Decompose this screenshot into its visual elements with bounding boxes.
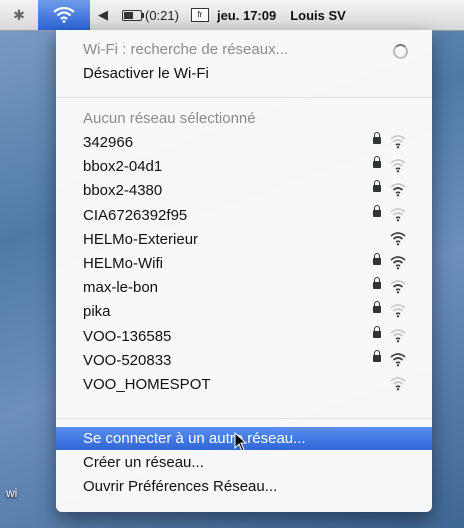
network-item[interactable]: VOO_HOMESPOT (56, 373, 432, 396)
lock-icon (373, 325, 381, 338)
network-name: VOO_HOMESPOT (83, 376, 211, 393)
battery-time: (0:21) (145, 7, 179, 23)
network-name: VOO-520833 (83, 351, 172, 369)
wifi-signal-icon (390, 256, 406, 270)
battery-status[interactable]: (0:21) (116, 0, 185, 30)
lock-icon (373, 156, 381, 169)
network-item[interactable]: 342966 (56, 131, 432, 154)
wifi-signal-icon (390, 135, 406, 149)
lock-icon (373, 301, 381, 314)
lock-icon (373, 132, 381, 144)
network-name: HELMo-Wifi (83, 255, 164, 272)
desktop-icon-label[interactable]: wi (6, 486, 17, 500)
network-item[interactable]: VOO-136585 (56, 325, 432, 348)
connect-other-label: Se connecter à un autre réseau... (83, 430, 306, 447)
wifi-signal-icon (390, 207, 406, 222)
wifi-signal-icon (390, 328, 406, 343)
create-network-item[interactable]: Créer un réseau... (56, 451, 432, 474)
battery-icon (122, 9, 144, 21)
network-item[interactable]: bbox2-04d1 (56, 155, 432, 178)
network-item[interactable]: pika (56, 300, 432, 323)
lock-icon (373, 253, 381, 265)
network-item[interactable]: HELMo-Wifi (56, 252, 432, 275)
network-item[interactable]: VOO-520833 (56, 349, 432, 372)
wifi-signal-icon (390, 377, 406, 391)
wifi-signal-icon (390, 352, 406, 367)
wifi-icon (53, 7, 75, 23)
network-item[interactable]: bbox2-4380 (56, 179, 432, 202)
wifi-status-label: Wi-Fi : recherche de réseaux... (83, 41, 289, 58)
toggle-wifi-item[interactable]: Désactiver le Wi-Fi (56, 62, 432, 85)
lock-icon (373, 349, 381, 362)
network-name: HELMo-Exterieur (83, 230, 199, 248)
open-prefs-label: Ouvrir Préférences Réseau... (83, 478, 278, 495)
lock-icon (373, 180, 381, 193)
wifi-signal-icon (390, 183, 406, 197)
network-name: bbox2-04d1 (83, 158, 163, 176)
menubar-user[interactable]: Louis SV (290, 8, 346, 23)
network-name: 342966 (83, 134, 134, 151)
wifi-signal-icon (390, 304, 406, 318)
no-network-label: Aucun réseau sélectionné (83, 110, 256, 127)
network-name: CIA6726392f95 (83, 206, 188, 224)
volume-icon[interactable]: ◀ (90, 0, 116, 30)
bluetooth-icon[interactable]: ✱ (0, 0, 38, 30)
menu-separator (56, 97, 432, 98)
network-name: bbox2-4380 (83, 182, 163, 200)
no-network-header: Aucun réseau sélectionné (56, 107, 432, 130)
mouse-pointer-icon (234, 432, 248, 452)
toggle-wifi-label: Désactiver le Wi-Fi (83, 65, 209, 82)
menubar-clock[interactable]: jeu. 17:09 (217, 8, 276, 23)
network-name: max-le-bon (83, 279, 159, 297)
lock-icon (373, 204, 381, 217)
lock-icon (373, 277, 381, 290)
wifi-menu-icon[interactable] (38, 0, 90, 30)
wifi-signal-icon (390, 159, 406, 173)
network-item[interactable]: CIA6726392f95 (56, 204, 432, 227)
wifi-signal-icon (390, 231, 406, 246)
loading-spinner-icon (393, 44, 408, 59)
open-network-preferences-item[interactable]: Ouvrir Préférences Réseau... (56, 475, 432, 498)
menu-separator (56, 418, 432, 419)
network-name: VOO-136585 (83, 327, 172, 345)
input-source-flag-icon[interactable]: fr (190, 8, 209, 22)
wifi-status: Wi-Fi : recherche de réseaux... (56, 38, 432, 61)
create-network-label: Créer un réseau... (83, 454, 204, 471)
menubar: ✱ ◀ (0:21) fr jeu. 17:09 Louis SV (0, 0, 464, 31)
network-item[interactable]: HELMo-Exterieur (56, 228, 432, 251)
network-item[interactable]: max-le-bon (56, 276, 432, 299)
network-name: pika (83, 303, 111, 321)
wifi-signal-icon (390, 280, 406, 294)
